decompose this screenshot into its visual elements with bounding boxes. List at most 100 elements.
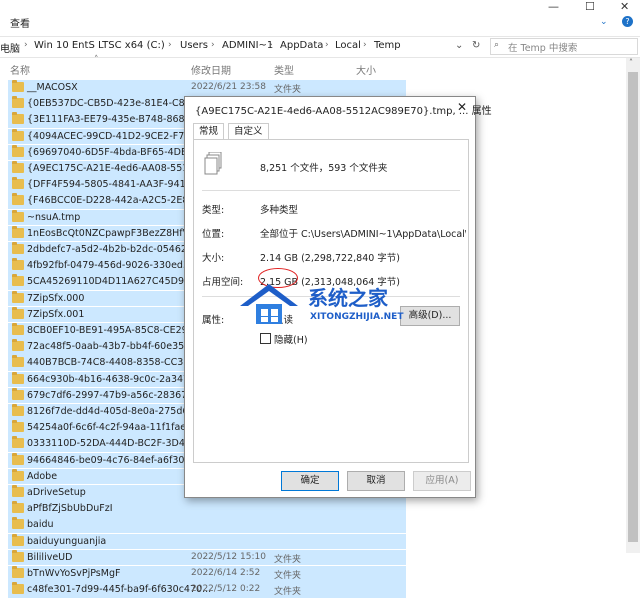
address-dropdown-icon[interactable]: ⌄	[455, 40, 463, 51]
folder-icon	[12, 485, 24, 497]
breadcrumb-root[interactable]: 电脑	[0, 40, 20, 55]
file-row[interactable]: baiduyunguanjia	[0, 533, 626, 550]
dialog-title: {A9EC175C-A21E-4ed6-AA08-5512AC989E70}.t…	[195, 106, 492, 117]
folder-icon	[12, 371, 24, 384]
file-name: baidu	[27, 519, 54, 531]
advanced-button[interactable]: 高级(D)...	[400, 306, 460, 326]
folder-icon	[12, 452, 24, 465]
size-label: 大小:	[202, 253, 225, 264]
column-size[interactable]: 大小	[356, 62, 376, 77]
breadcrumb-drive[interactable]: Win 10 EntS LTSC x64 (C:)	[34, 40, 165, 51]
file-name: BililiveUD	[27, 551, 73, 563]
folder-icon	[12, 96, 24, 109]
file-name: bTnWvYoSvPjPsMgF	[27, 568, 121, 579]
file-date: 2022/6/21 23:58	[191, 82, 266, 92]
multiple-files-icon	[204, 151, 222, 176]
folder-icon	[12, 582, 24, 595]
dialog-tabs: 常规 自定义	[193, 123, 467, 141]
cancel-button[interactable]: 取消	[347, 471, 405, 491]
folder-icon	[12, 549, 24, 562]
file-name: aPfBfZjSbUbDuFzI	[27, 503, 113, 515]
folder-icon	[12, 404, 24, 416]
explorer-toolbar: 查看 — ☐ ✕ ⌄ ?	[0, 0, 640, 36]
hidden-checkbox[interactable]	[260, 333, 271, 344]
ok-button[interactable]: 确定	[281, 471, 339, 491]
column-header: 名称 ˄ 修改日期 类型 大小	[0, 55, 626, 80]
search-icon: ⌕	[494, 40, 500, 50]
help-icon[interactable]: ?	[622, 16, 633, 27]
file-row[interactable]: aPfBfZjSbUbDuFzI	[0, 501, 626, 517]
folder-icon	[12, 128, 24, 141]
folder-icon	[12, 80, 24, 92]
file-row[interactable]: baidu	[0, 517, 626, 533]
file-name: aDriveSetup	[27, 487, 86, 498]
folder-icon	[12, 355, 24, 368]
file-name: baiduyunguanjia	[27, 535, 107, 547]
chevron-right-icon: ›	[168, 40, 172, 50]
folder-icon	[12, 517, 24, 530]
search-placeholder: 在 Temp 中搜索	[508, 43, 578, 54]
breadcrumb-local[interactable]: Local	[335, 40, 361, 51]
file-name: 7ZipSfx.001	[27, 308, 85, 320]
selection-summary: 8,251 个文件，593 个文件夹	[260, 163, 388, 174]
column-name[interactable]: 名称	[10, 62, 30, 77]
file-name: Adobe	[27, 470, 58, 482]
folder-icon	[12, 112, 24, 125]
column-modified[interactable]: 修改日期	[191, 62, 231, 77]
file-type: 文件夹	[274, 85, 302, 95]
sort-up-icon: ˄	[94, 55, 99, 65]
scrollbar-thumb[interactable]	[628, 72, 638, 542]
size-value: 2.14 GB (2,298,722,840 字节)	[260, 253, 401, 264]
folder-icon	[12, 306, 24, 319]
file-date: 2022/5/12 0:22	[191, 584, 261, 595]
chevron-right-icon: ›	[269, 40, 273, 50]
file-name: 4fb92fbf-0479-456d-9026-330ed32d...	[27, 260, 211, 272]
file-type: 文件夹	[274, 554, 302, 565]
folder-icon	[12, 566, 24, 578]
file-row[interactable]: bTnWvYoSvPjPsMgF 2022/6/14 2:52 文件夹	[0, 566, 626, 582]
chevron-right-icon: ›	[363, 40, 367, 50]
folder-icon	[12, 177, 24, 190]
view-menu[interactable]: 查看	[10, 15, 30, 30]
file-row[interactable]: __MACOSX 2022/6/21 23:58 文件夹	[0, 80, 626, 96]
breadcrumb-appdata[interactable]: AppData	[280, 40, 323, 51]
hidden-label: 隐藏(H)	[274, 335, 308, 346]
file-row[interactable]: c48fe301-7d99-445f-ba9f-6f630c470... 2022…	[0, 582, 626, 598]
folder-icon	[12, 144, 24, 157]
close-icon[interactable]: ✕	[457, 100, 467, 114]
watermark-url: XITONGZHIJIA.NET	[310, 312, 404, 322]
chevron-right-icon: ›	[325, 40, 329, 50]
folder-icon	[12, 242, 24, 254]
search-input[interactable]: ⌕ 在 Temp 中搜索	[490, 38, 638, 55]
folder-icon	[12, 387, 24, 400]
minimize-button[interactable]: —	[548, 0, 559, 13]
file-type: 文件夹	[274, 571, 302, 581]
file-row[interactable]: BililiveUD 2022/5/12 15:10 文件夹	[0, 549, 626, 566]
breadcrumb-users[interactable]: Users	[180, 40, 208, 51]
close-window-button[interactable]: ✕	[620, 0, 629, 13]
apply-button[interactable]: 应用(A)	[413, 471, 471, 491]
folder-icon	[12, 258, 24, 271]
chevron-right-icon: ›	[211, 40, 215, 50]
folder-icon	[12, 225, 24, 238]
folder-icon	[12, 274, 24, 287]
location-label: 位置:	[202, 229, 225, 240]
folder-icon	[12, 436, 24, 449]
folder-icon	[12, 161, 24, 173]
chevron-down-icon[interactable]: ⌄	[600, 17, 608, 27]
folder-icon	[12, 533, 24, 546]
breadcrumb-admini[interactable]: ADMINI~1	[222, 40, 273, 51]
scroll-up-icon[interactable]: ˄	[629, 58, 633, 67]
file-name: 2dbdefc7-a5d2-4b2b-b2dc-05462aa...	[27, 244, 208, 255]
type-value: 多种类型	[260, 205, 299, 216]
maximize-button[interactable]: ☐	[585, 0, 595, 13]
folder-icon	[12, 290, 24, 303]
folder-icon	[12, 420, 24, 433]
column-type[interactable]: 类型	[274, 62, 294, 77]
file-name: c48fe301-7d99-445f-ba9f-6f630c470...	[27, 584, 212, 596]
type-label: 类型:	[202, 205, 225, 216]
breadcrumb-temp[interactable]: Temp	[374, 40, 401, 51]
folder-icon	[12, 468, 24, 481]
refresh-icon[interactable]: ↻	[472, 40, 480, 51]
selection-highlight	[8, 517, 406, 533]
